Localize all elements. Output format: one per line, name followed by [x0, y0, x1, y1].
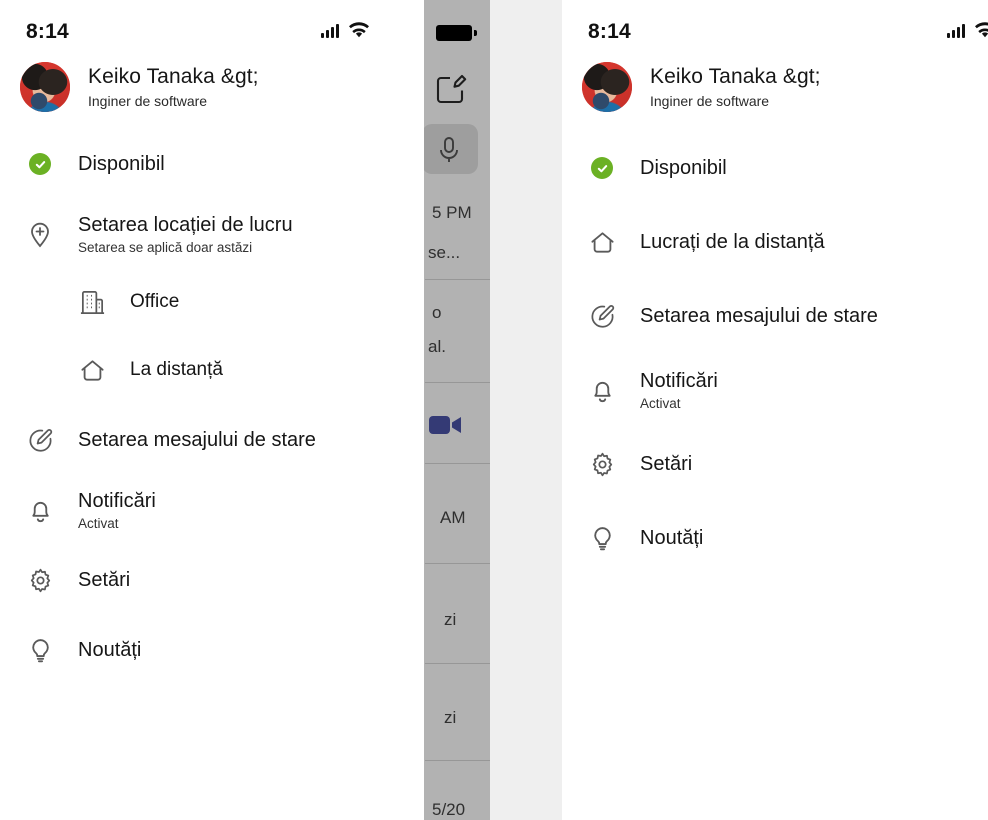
- home-icon: [72, 357, 112, 384]
- screenshot-gap: [490, 0, 562, 820]
- lightbulb-icon: [20, 637, 60, 664]
- profile-row[interactable]: Keiko Tanaka &gt; Inginer de software: [0, 52, 424, 118]
- menu-item-body: Office: [130, 291, 179, 314]
- status-message-pencil-icon: [582, 303, 622, 330]
- lightbulb-icon: [582, 525, 622, 552]
- menu-item-label: Disponibil: [78, 153, 165, 175]
- profile-name: Keiko Tanaka &gt;: [650, 65, 821, 89]
- menu-item-4[interactable]: Setarea mesajului de stare: [0, 416, 424, 464]
- wifi-icon: [974, 22, 988, 38]
- menu-item-label: Setări: [640, 453, 693, 475]
- menu-item-label: Notificări: [78, 490, 156, 512]
- menu-item-label: Setarea mesajului de stare: [78, 429, 316, 451]
- avatar-photo: [20, 62, 70, 112]
- available-check-icon: [20, 153, 60, 175]
- menu-item-body: Noutăți: [640, 526, 703, 550]
- avatar-photo: [582, 62, 632, 112]
- bell-icon: [20, 497, 60, 524]
- menu-item-label: Setări: [78, 569, 131, 591]
- left-screenshot-panel: 8:14 Keiko Tanaka &gt; Inginer de softwa…: [0, 0, 424, 820]
- menu-item-label: Setarea mesajului de stare: [640, 305, 878, 327]
- menu-item-1[interactable]: Lucrați de la distanță: [562, 218, 988, 266]
- right-screenshot-panel: 8:14 Keiko Tanaka &gt; Inginer de softwa…: [562, 0, 988, 820]
- clock: 8:14: [588, 20, 631, 43]
- menu-item-4[interactable]: Setări: [562, 440, 988, 488]
- menu-item-2[interactable]: Setarea mesajului de stare: [562, 292, 988, 340]
- menu-item-6[interactable]: Setări: [0, 556, 424, 604]
- menu-item-availability[interactable]: Disponibil: [562, 144, 988, 192]
- profile-role: Inginer de software: [650, 92, 770, 109]
- menu-item-sublabel: Setarea se aplică doar astăzi: [78, 240, 253, 255]
- menu-item-label: Setarea locației de lucru: [78, 214, 293, 236]
- gear-icon: [20, 567, 60, 594]
- dialog-scrim[interactable]: [424, 0, 490, 820]
- menu-item-body: Notificări Activat: [78, 489, 156, 531]
- clock: 8:14: [26, 20, 69, 43]
- menu-item-3[interactable]: La distanță: [0, 346, 424, 394]
- menu-item-label: La distanță: [130, 358, 223, 380]
- menu-item-label: Lucrați de la distanță: [640, 231, 825, 253]
- avatar[interactable]: [20, 62, 70, 112]
- left-menu: Disponibil Setarea locației de lucru Seta…: [0, 140, 424, 674]
- profile-row[interactable]: Keiko Tanaka &gt; Inginer de software: [562, 52, 988, 118]
- menu-item-5[interactable]: Notificări Activat: [0, 486, 424, 534]
- menu-item-2[interactable]: Office: [0, 278, 424, 326]
- cellular-signal-icon: [321, 23, 339, 38]
- bell-icon: [582, 377, 622, 404]
- profile-role: Inginer de software: [88, 92, 208, 109]
- menu-item-body: Setarea mesajului de stare: [78, 428, 316, 452]
- menu-item-1[interactable]: Setarea locației de lucru Setarea se apli…: [0, 210, 424, 258]
- menu-item-body: Notificări Activat: [640, 369, 718, 411]
- menu-item-label: Office: [130, 290, 180, 312]
- menu-item-label: Noutăți: [78, 639, 142, 661]
- menu-item-body: Setări: [640, 452, 692, 476]
- status-bar-icons: [947, 22, 988, 38]
- available-check-icon: [582, 157, 622, 179]
- profile-name: Keiko Tanaka &gt;: [88, 65, 259, 89]
- wifi-icon: [348, 22, 370, 38]
- menu-item-5[interactable]: Noutăți: [562, 514, 988, 562]
- status-bar-icons: [321, 22, 370, 38]
- status-message-pencil-icon: [20, 427, 60, 454]
- menu-item-3[interactable]: Notificări Activat: [562, 366, 988, 414]
- profile-text: Keiko Tanaka &gt; Inginer de software: [88, 65, 259, 108]
- home-icon: [582, 229, 622, 256]
- menu-item-label: Disponibil: [640, 157, 727, 179]
- menu-item-sublabel: Activat: [640, 396, 681, 411]
- office-building-icon: [72, 289, 112, 316]
- menu-item-7[interactable]: Noutăți: [0, 626, 424, 674]
- menu-item-body: La distanță: [130, 359, 223, 382]
- profile-text: Keiko Tanaka &gt; Inginer de software: [650, 65, 821, 108]
- avatar[interactable]: [582, 62, 632, 112]
- status-bar-right: 8:14: [562, 0, 988, 52]
- gear-icon: [582, 451, 622, 478]
- menu-item-label: Noutăți: [640, 527, 704, 549]
- menu-item-availability[interactable]: Disponibil: [0, 140, 424, 188]
- menu-item-body: Noutăți: [78, 638, 141, 662]
- menu-item-body: Setări: [78, 568, 130, 592]
- location-pin-plus-icon: [20, 220, 60, 248]
- menu-item-sublabel: Activat: [78, 516, 119, 531]
- menu-item-label: Notificări: [640, 370, 718, 392]
- menu-item-body: Setarea mesajului de stare: [640, 304, 878, 328]
- screenshot-stage: 5 PM se... o al. AM zi zi 5/20 8:14 Keik…: [0, 0, 988, 820]
- cellular-signal-icon: [947, 23, 965, 38]
- menu-item-body: Setarea locației de lucru Setarea se apli…: [78, 213, 293, 255]
- menu-item-body: Lucrați de la distanță: [640, 230, 825, 254]
- right-menu: Disponibil Lucrați de la distanță Setarea…: [562, 144, 988, 562]
- status-bar-left: 8:14: [0, 0, 424, 52]
